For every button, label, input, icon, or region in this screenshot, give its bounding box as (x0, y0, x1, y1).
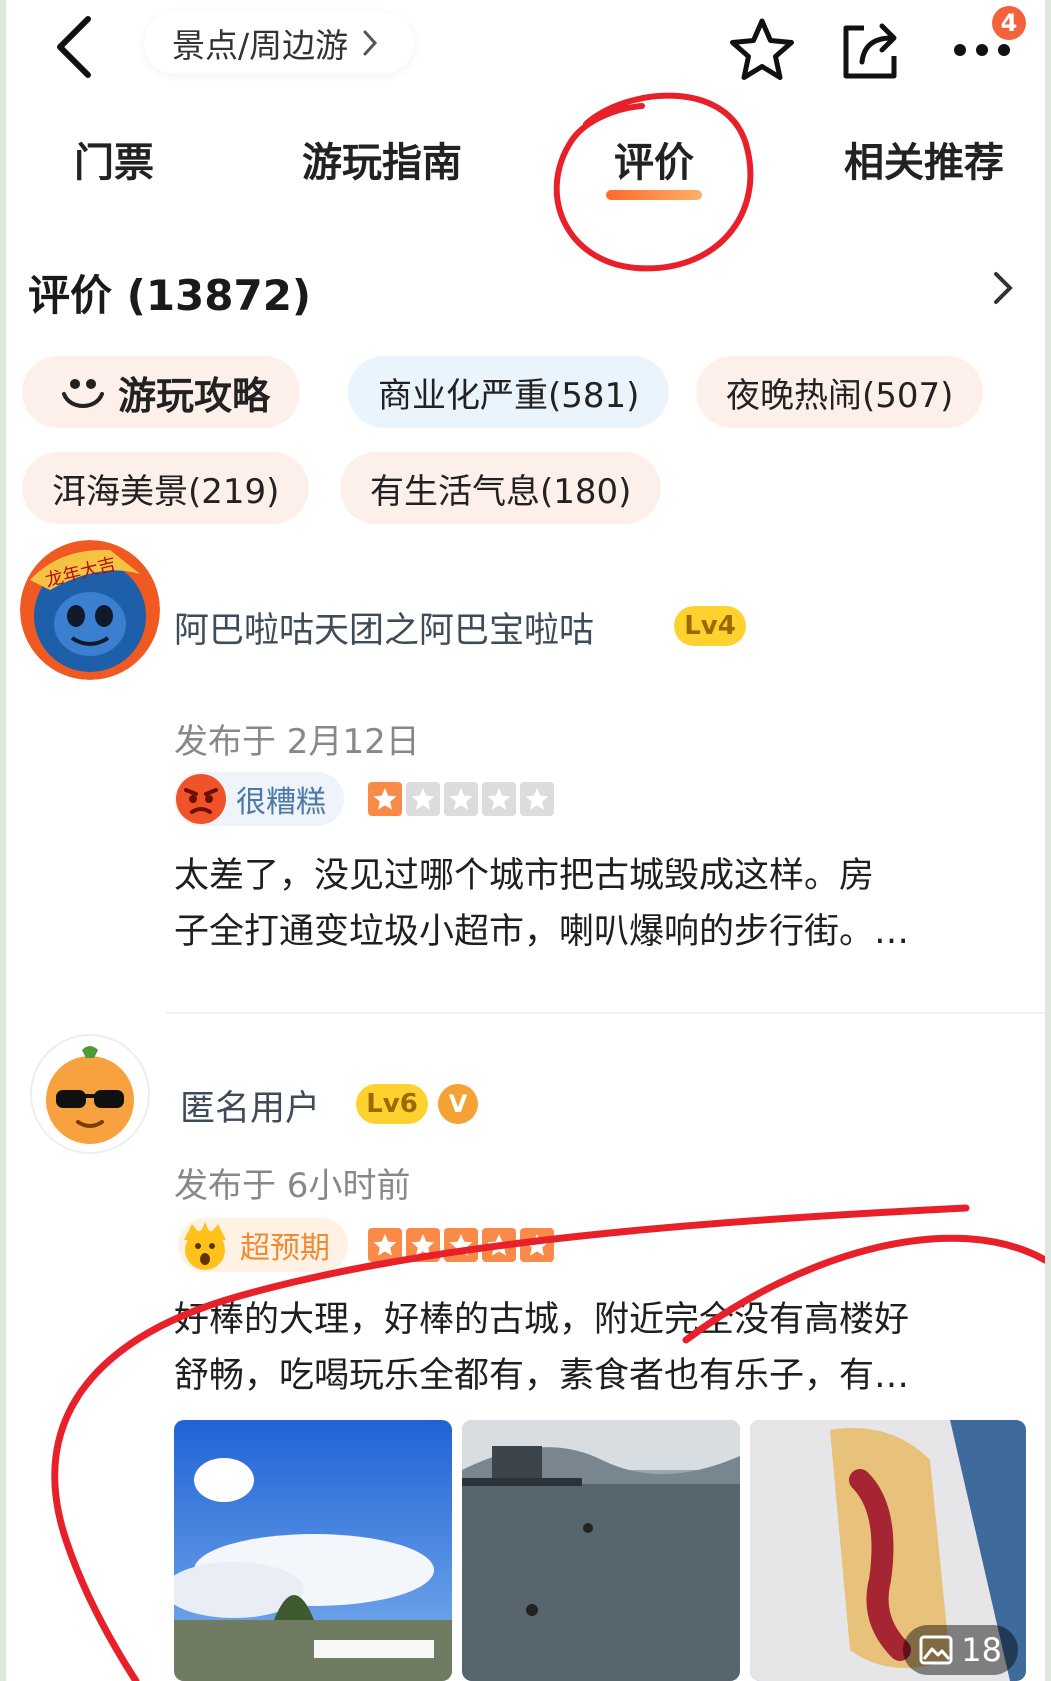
review-photo[interactable] (462, 1420, 740, 1681)
favorite-button[interactable] (724, 12, 800, 88)
avatar-image (32, 1036, 148, 1152)
breadcrumb-label: 景点/周边游 (172, 26, 349, 65)
mood-badge: 超预期 (178, 1218, 348, 1272)
review-photo[interactable]: 18 (750, 1420, 1026, 1681)
avatar-image: 龙年大吉 (20, 540, 160, 680)
chevron-right-icon (363, 30, 378, 56)
star-empty-icon (444, 782, 478, 816)
active-tab-underline (606, 190, 702, 200)
review-text[interactable]: 好棒的大理，好棒的古城，附近完全没有高楼好 舒畅，吃喝玩乐全都有，素食者也有乐子… (174, 1292, 1004, 1404)
star-filled-icon (520, 1228, 554, 1262)
reviews-more-button[interactable] (992, 268, 1032, 312)
notification-badge: 4 (992, 6, 1026, 40)
surprised-face-icon (184, 1222, 226, 1270)
chevron-left-icon (57, 16, 91, 78)
avatar[interactable]: 龙年大吉 (20, 540, 160, 680)
chevron-right-icon (994, 272, 1013, 304)
photo-lake-image (462, 1420, 740, 1681)
star-filled-icon (482, 1228, 516, 1262)
photo-sky-image (174, 1420, 452, 1681)
vip-badge: V (438, 1084, 478, 1124)
tab-bar: 门票 游玩指南 评价 相关推荐 (6, 130, 1045, 210)
tab-tickets[interactable]: 门票 (74, 130, 154, 188)
tag-chip[interactable]: 洱海美景(219) (22, 452, 310, 524)
star-rating (368, 782, 554, 816)
reviews-title: 评价 (13872) (28, 271, 312, 320)
tab-recommendations[interactable]: 相关推荐 (844, 130, 1004, 188)
star-rating (368, 1228, 554, 1262)
tag-chip[interactable]: 夜晚热闹(507) (696, 356, 984, 428)
tag-guide[interactable]: 游玩攻略 (22, 356, 301, 428)
star-outline-icon (730, 18, 794, 80)
tag-chip[interactable]: 商业化严重(581) (348, 356, 670, 428)
level-badge: Lv6 (356, 1084, 428, 1124)
photo-count-badge: 18 (903, 1625, 1018, 1675)
more-button[interactable]: 4 (944, 6, 1026, 88)
angry-face-icon (176, 774, 226, 824)
more-dots-icon (954, 44, 1010, 56)
tab-reviews[interactable]: 评价 (606, 130, 702, 200)
tab-guide[interactable]: 游玩指南 (302, 130, 462, 188)
review-page: 景点/周边游 4 门票 游玩指南 评价 相关推荐 评价 (13872) 游玩攻略… (6, 0, 1045, 1681)
publish-time: 发布于 2月12日 (174, 722, 420, 762)
star-empty-icon (520, 782, 554, 816)
divider (166, 1012, 1045, 1014)
publish-time: 发布于 6小时前 (174, 1166, 411, 1206)
mood-badge: 很糟糕 (174, 772, 344, 826)
review-text[interactable]: 太差了，没见过哪个城市把古城毁成这样。房 子全打通变垃圾小超市，喇叭爆响的步行街… (174, 848, 1004, 960)
share-icon (843, 23, 897, 79)
review-photo[interactable] (174, 1420, 452, 1681)
star-empty-icon (482, 782, 516, 816)
star-filled-icon (368, 782, 402, 816)
back-button[interactable] (44, 12, 104, 82)
star-filled-icon (444, 1228, 478, 1262)
breadcrumb[interactable]: 景点/周边游 (144, 12, 415, 74)
image-icon (919, 1635, 953, 1665)
star-filled-icon (368, 1228, 402, 1262)
username[interactable]: 阿巴啦咕天团之阿巴宝啦咕 (174, 602, 594, 653)
level-badge: Lv4 (674, 606, 746, 646)
avatar[interactable] (32, 1036, 148, 1152)
smile-icon (62, 379, 104, 408)
star-filled-icon (406, 1228, 440, 1262)
username[interactable]: 匿名用户 (180, 1080, 320, 1131)
star-empty-icon (406, 782, 440, 816)
share-button[interactable] (832, 12, 908, 88)
tag-chip[interactable]: 有生活气息(180) (340, 452, 662, 524)
